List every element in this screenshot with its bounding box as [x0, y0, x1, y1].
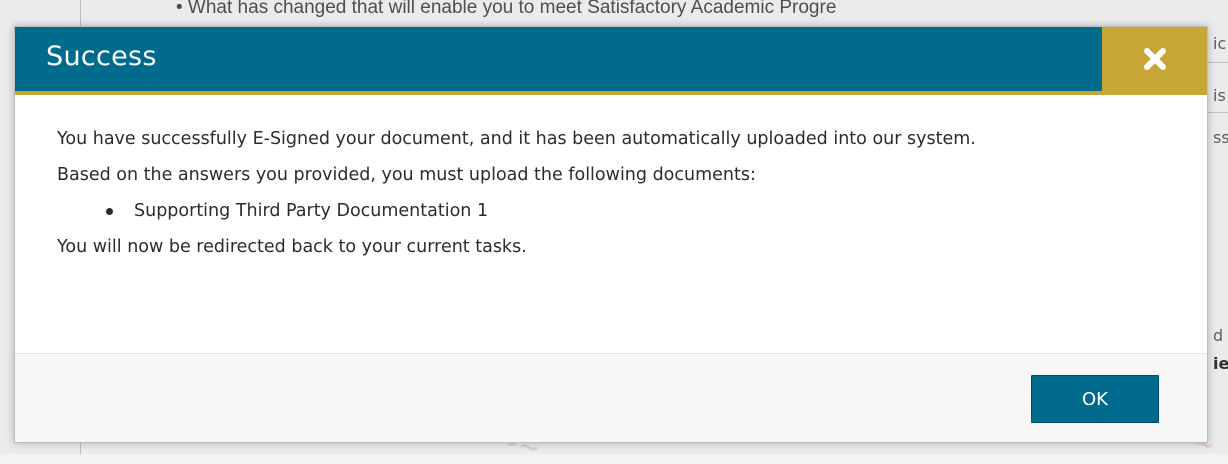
dialog-header: Success	[15, 27, 1207, 95]
dialog-footer: OK	[15, 354, 1207, 442]
ok-button[interactable]: OK	[1031, 375, 1159, 423]
success-dialog: Success You have successfully E-Signed y…	[14, 26, 1208, 443]
close-x-icon	[1142, 48, 1168, 74]
dialog-body: You have successfully E-Signed your docu…	[15, 95, 1207, 354]
redirect-notice-text: You will now be redirected back to your …	[57, 237, 527, 257]
required-documents-list: Supporting Third Party Documentation 1	[57, 198, 1172, 224]
upload-instructions-text: Based on the answers you provided, you m…	[57, 165, 756, 185]
close-button[interactable]	[1102, 27, 1207, 95]
dialog-title: Success	[46, 41, 157, 72]
esign-confirmation-text: You have successfully E-Signed your docu…	[57, 129, 976, 149]
list-item: Supporting Third Party Documentation 1	[95, 198, 1172, 224]
